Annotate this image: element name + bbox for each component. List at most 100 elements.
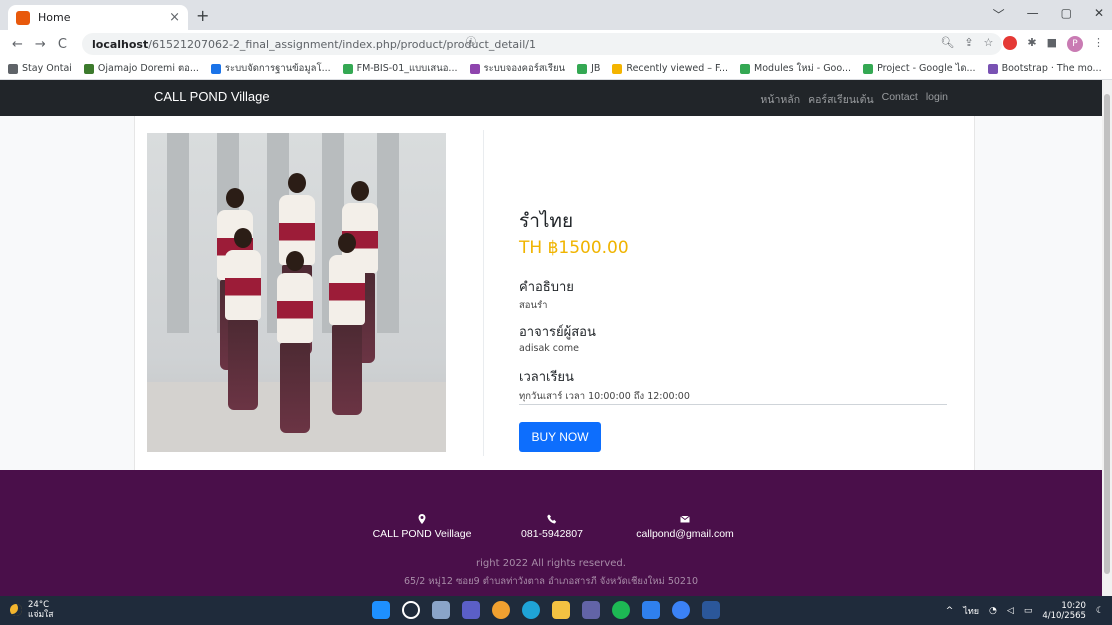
line-icon[interactable] (612, 601, 630, 619)
bookmark-favicon-icon (469, 63, 480, 74)
bookmark-label: Ojamajo Doremi ตอ... (97, 63, 199, 74)
wifi-icon[interactable]: ◔ (989, 606, 997, 616)
site-info-icon[interactable]: ⓘ (466, 33, 894, 48)
task-view-icon[interactable] (432, 601, 450, 619)
bookmark-item[interactable]: JB (577, 63, 600, 74)
bookmark-label: Stay Ontai (22, 63, 72, 74)
url-input[interactable]: ⓘ localhost /61521207062-2_final_assignm… (82, 33, 1002, 55)
footer-email: callpond@gmail.com (625, 514, 745, 540)
bookmark-item[interactable]: Project - Google ได... (863, 61, 976, 76)
bookmark-favicon-icon (577, 63, 588, 74)
windows-start-icon[interactable] (372, 601, 390, 619)
weather-widget[interactable]: 24°C แจ่มใส (10, 600, 53, 620)
reload-button[interactable]: C (58, 37, 67, 52)
bookmark-item[interactable]: Ojamajo Doremi ตอ... (83, 61, 199, 76)
bookmark-item[interactable]: Recently viewed – F... (612, 63, 728, 74)
bookmark-item[interactable]: ระบบจองคอร์สเรียน (469, 61, 565, 76)
adblock-extension-icon[interactable] (1003, 36, 1018, 50)
tab-title: Home (38, 11, 71, 24)
close-window-button[interactable]: ✕ (1094, 6, 1104, 23)
nav-link-courses[interactable]: คอร์สเรียนเต้น (808, 91, 874, 108)
window-controls: ﹀ — ▢ ✕ (993, 6, 1104, 23)
profile-avatar[interactable]: P (1067, 36, 1083, 52)
new-tab-button[interactable]: + (196, 6, 209, 25)
product-image (147, 133, 446, 452)
taskbar-clock[interactable]: 10:20 4/10/2565 (1042, 601, 1086, 621)
footer-name: CALL POND Veillage (372, 528, 472, 540)
nav-link-login[interactable]: login (926, 91, 948, 108)
envelope-icon (680, 515, 690, 523)
description-text: สอนรำ (519, 300, 548, 311)
footer-phone: 081-5942807 (512, 514, 592, 540)
footer-copyright: right 2022 All rights reserved. (476, 558, 626, 569)
extensions-icon[interactable]: ✱ (1027, 36, 1036, 52)
bookmark-label: Project - Google ได... (877, 63, 976, 74)
bookmark-item[interactable]: FM-BIS-01_แบบเสนอ... (342, 61, 458, 76)
forward-button[interactable]: → (35, 37, 46, 52)
bookmark-favicon-icon (987, 63, 998, 74)
vscode-icon[interactable] (642, 601, 660, 619)
toolbar-icons: 🔍︎ ⇪ ☆ ✱ ■ P ⋮ (940, 36, 1104, 52)
footer-address: 65/2 หมู่12 ซอย9 ตำบลท่าวังตาล อำเภอสารภ… (403, 576, 699, 587)
bookmark-star-icon[interactable]: ☆ (984, 36, 994, 52)
search-icon[interactable] (402, 601, 420, 619)
moon-icon (10, 604, 22, 616)
tab-search-icon[interactable]: ﹀ (993, 6, 1005, 23)
teacher-heading: อาจารย์ผู้สอน (519, 325, 596, 340)
tray-overflow-icon[interactable]: ^ (946, 606, 954, 616)
site-navbar: CALL POND Village หน้าหลัก คอร์สเรียนเต้… (0, 80, 1102, 116)
file-explorer-icon[interactable] (552, 601, 570, 619)
volume-icon[interactable]: ◁ (1007, 606, 1014, 616)
minimize-button[interactable]: — (1027, 6, 1039, 23)
bookmark-favicon-icon (342, 63, 353, 74)
site-brand-link[interactable]: CALL POND Village (154, 89, 270, 104)
bookmark-item[interactable]: Modules ใหม่ - Goo... (740, 61, 851, 76)
description-heading: คำอธิบาย (519, 280, 574, 295)
edge-icon[interactable] (522, 601, 540, 619)
input-language[interactable]: ไทย (963, 604, 979, 618)
location-pin-icon (418, 514, 426, 524)
site-nav-links: หน้าหลัก คอร์สเรียนเต้น Contact login (760, 91, 948, 108)
scrollbar-thumb[interactable] (1104, 94, 1110, 574)
bookmark-item[interactable]: Stay Ontai (8, 63, 72, 74)
browser-tab-home[interactable]: Home × (8, 5, 188, 30)
menu-kebab-icon[interactable]: ⋮ (1093, 36, 1104, 52)
bookmark-label: Recently viewed – F... (626, 63, 729, 74)
tab-close-icon[interactable]: × (169, 10, 180, 25)
url-host: localhost (92, 37, 149, 51)
teams-icon[interactable] (582, 601, 600, 619)
site-footer: CALL POND Veillage 081-5942807 callpond@… (0, 470, 1102, 596)
info-divider (519, 404, 947, 405)
web-page: CALL POND Village หน้าหลัก คอร์สเรียนเต้… (0, 80, 1102, 596)
bookmark-label: ระบบจัดการฐานข้อมูลโ... (224, 63, 331, 74)
taskbar-apps (372, 601, 720, 619)
bookmarks-bar: Stay Ontai Ojamajo Doremi ตอ... ระบบจัดการ… (0, 58, 1112, 80)
page-scrollbar[interactable] (1102, 80, 1112, 596)
notifications-icon[interactable]: ☾ (1096, 606, 1104, 616)
zoom-icon[interactable]: 🔍︎ (940, 36, 954, 52)
battery-icon[interactable]: ▭ (1024, 606, 1033, 616)
bookmark-favicon-icon (612, 63, 623, 74)
back-button[interactable]: ← (12, 37, 23, 52)
side-panel-icon[interactable]: ■ (1047, 36, 1057, 52)
bookmark-item[interactable]: Bootstrap · The mo... (987, 63, 1102, 74)
word-icon[interactable] (702, 601, 720, 619)
weather-temp: 24°C (28, 600, 50, 610)
nav-link-home[interactable]: หน้าหลัก (760, 91, 800, 108)
bookmark-label: JB (591, 63, 601, 74)
teacher-text: adisak come (519, 343, 579, 354)
share-icon[interactable]: ⇪ (964, 36, 973, 52)
clock-date: 4/10/2565 (1042, 611, 1086, 621)
buy-now-button[interactable]: BUY NOW (519, 422, 601, 452)
clock-time: 10:20 (1061, 601, 1086, 611)
bookmark-item[interactable]: ระบบจัดการฐานข้อมูลโ... (210, 61, 331, 76)
tab-favicon-icon (16, 10, 30, 25)
chat-icon[interactable] (462, 601, 480, 619)
chrome-icon[interactable] (492, 601, 510, 619)
messenger-icon[interactable] (672, 601, 690, 619)
maximize-button[interactable]: ▢ (1061, 6, 1072, 23)
footer-email-address: callpond@gmail.com (636, 528, 734, 540)
nav-link-contact[interactable]: Contact (882, 91, 918, 108)
bookmark-favicon-icon (740, 63, 751, 74)
schedule-text: ทุกวันเสาร์ เวลา 10:00:00 ถึง 12:00:00 (519, 391, 690, 402)
